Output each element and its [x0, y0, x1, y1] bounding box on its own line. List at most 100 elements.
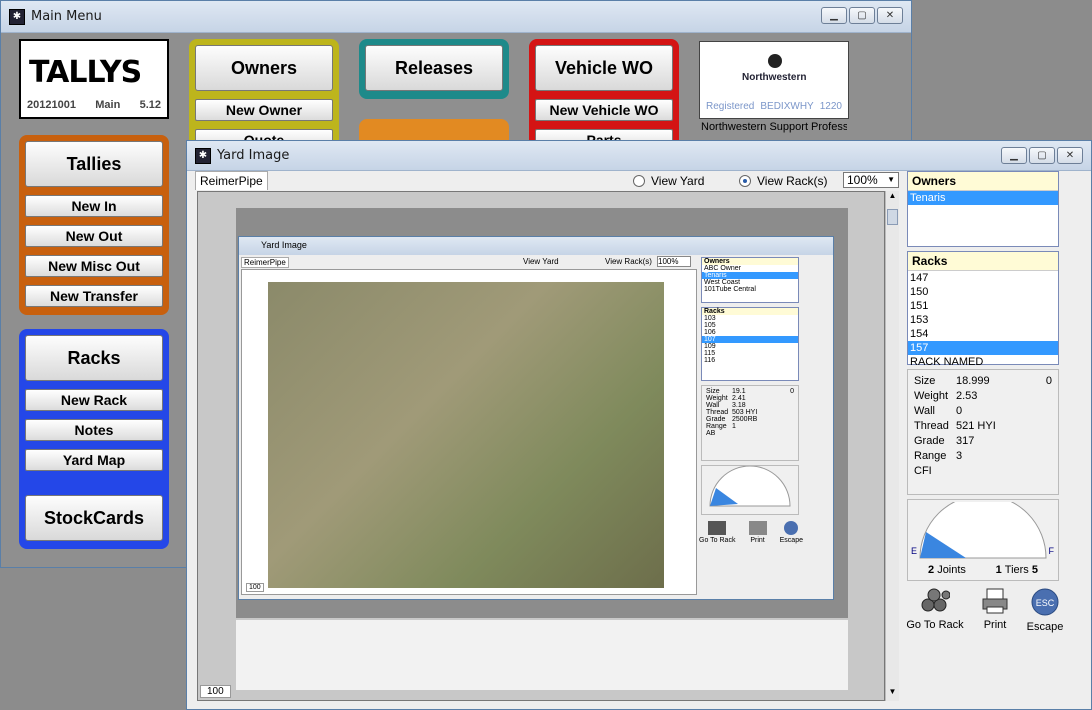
gauge-empty-label: E — [911, 546, 918, 556]
company-logo-text: Northwestern — [742, 72, 807, 83]
aerial-photo — [268, 282, 664, 588]
nested-racks-panel: Racks 103 105 106 107 109 115 116 — [701, 307, 799, 381]
new-out-button[interactable]: New Out — [25, 225, 163, 247]
yard-canvas[interactable]: Yard Image ReimerPipe View Yard View Rac… — [197, 191, 885, 701]
yard-image-titlebar: ✱ Yard Image ▁ ▢ ✕ — [187, 141, 1091, 171]
rack-list-item[interactable]: 157 — [908, 341, 1058, 355]
new-in-button[interactable]: New In — [25, 195, 163, 217]
notes-button[interactable]: Notes — [25, 419, 163, 441]
detail-value: 521 HYI — [956, 420, 996, 432]
vertical-scrollbar[interactable]: ▲ ▼ — [885, 191, 899, 701]
nested-owner-item: ABC Owner — [704, 265, 741, 272]
company-emblem-icon — [768, 54, 782, 68]
nested-rack-item: 109 — [704, 343, 716, 350]
nested-print-label: Print — [750, 537, 765, 544]
view-yard-radio[interactable]: View Yard — [633, 174, 704, 188]
releases-button[interactable]: Releases — [365, 45, 503, 91]
logo-brand: TALLYS — [29, 55, 142, 90]
rack-list-item[interactable]: 147 — [908, 271, 1058, 285]
maximize-icon[interactable]: ▢ — [849, 7, 875, 24]
new-transfer-button[interactable]: New Transfer — [25, 285, 163, 307]
new-owner-button[interactable]: New Owner — [195, 99, 333, 121]
racks-panel: Racks 147 150 151 153 154 157 RACK NAMED — [907, 251, 1059, 368]
close-icon[interactable]: ✕ — [877, 7, 903, 24]
new-rack-button[interactable]: New Rack — [25, 389, 163, 411]
view-racks-radio[interactable]: View Rack(s) — [739, 174, 827, 188]
nested-owners-panel: Owners ABC Owner Tenaris West Coast 101T… — [701, 257, 799, 303]
nested-tools: Go To Rack Print Escape — [699, 521, 803, 551]
scroll-up-icon[interactable]: ▲ — [886, 191, 899, 205]
detail-value: 317 — [956, 435, 975, 447]
main-menu-titlebar: ✱ Main Menu ▁ ▢ ✕ — [1, 1, 911, 33]
joints-value: 2 — [928, 564, 935, 576]
nested-print: Print — [748, 521, 767, 551]
rack-list-item[interactable]: RACK NAMED — [908, 355, 1058, 369]
maximize-icon[interactable]: ▢ — [1029, 147, 1055, 164]
scroll-thumb[interactable] — [887, 209, 898, 225]
yard-image-window: ✱ Yard Image ▁ ▢ ✕ ReimerPipe View Yard … — [186, 140, 1092, 710]
nested-detail-label: Wall — [706, 402, 720, 409]
stockcards-button[interactable]: StockCards — [25, 495, 163, 541]
rack-list-item[interactable]: 154 — [908, 327, 1058, 341]
owner-list-item[interactable]: Tenaris — [908, 191, 1058, 205]
gauge-stats: 2 Joints 1 Tiers 5 — [908, 564, 1058, 576]
go-to-rack-button[interactable]: Go To Rack — [903, 587, 967, 631]
printer-icon — [748, 521, 767, 535]
zoom-select[interactable]: 100% — [843, 172, 899, 188]
racks-group: Racks New Rack Notes Yard Map StockCards — [19, 329, 169, 549]
yard-map-button[interactable]: Yard Map — [25, 449, 163, 471]
close-icon[interactable]: ✕ — [1057, 147, 1083, 164]
tab-reimerpipe[interactable]: ReimerPipe — [195, 171, 268, 190]
owners-button[interactable]: Owners — [195, 45, 333, 91]
tallies-group: Tallies New In New Out New Misc Out New … — [19, 135, 169, 315]
escape-button[interactable]: ESC Escape — [1021, 587, 1069, 633]
detail-label: Grade — [914, 435, 945, 447]
nested-view-racks: View Rack(s) — [605, 257, 652, 266]
detail-label: Thread — [914, 420, 949, 432]
nested-detail-count: 0 — [790, 388, 794, 395]
logo-version-code: 20121001 — [27, 99, 76, 111]
joints-label: Joints — [937, 564, 966, 576]
new-vehicle-wo-button[interactable]: New Vehicle WO — [535, 99, 673, 121]
print-label: Print — [983, 619, 1007, 631]
nested-escape-label: Escape — [779, 537, 803, 544]
nested-rack-item: 116 — [704, 357, 716, 364]
minimize-icon[interactable]: ▁ — [1001, 147, 1027, 164]
nested-zoom: 100% — [657, 256, 691, 267]
detail-value: 0 — [956, 405, 963, 417]
nested-rack-item: 105 — [704, 322, 716, 329]
tallies-button[interactable]: Tallies — [25, 141, 163, 187]
owners-panel: Owners Tenaris — [907, 171, 1059, 247]
rack-list-item[interactable]: 151 — [908, 299, 1058, 313]
nested-detail-value: 1 — [732, 423, 736, 430]
scroll-down-icon[interactable]: ▼ — [886, 687, 899, 701]
detail-label: Wall — [914, 405, 935, 417]
print-button[interactable]: Print — [973, 587, 1017, 631]
vehicle-wo-button[interactable]: Vehicle WO — [535, 45, 673, 91]
rack-list-item[interactable]: 153 — [908, 313, 1058, 327]
new-misc-out-button[interactable]: New Misc Out — [25, 255, 163, 277]
rack-details-panel: Size 18.999 0 Weight 2.53 Wall 0 Thread 521 H… — [907, 369, 1059, 495]
registered-code: BEDIXWHY — [760, 101, 814, 112]
nested-title: Yard Image — [261, 240, 307, 250]
escape-label: Escape — [1026, 621, 1064, 633]
nested-yard-window: Yard Image ReimerPipe View Yard View Rac… — [238, 236, 834, 600]
go-to-rack-label: Go To Rack — [906, 619, 964, 631]
minimize-icon[interactable]: ▁ — [821, 7, 847, 24]
page-number: 100 — [200, 685, 231, 698]
detail-label: Size — [914, 375, 936, 387]
logo-version: 5.12 — [139, 99, 161, 111]
app-icon: ✱ — [195, 147, 211, 164]
tiers-num: 1 — [995, 564, 1002, 576]
window-title: Yard Image — [217, 148, 290, 163]
rack-list-item[interactable]: 150 — [908, 285, 1058, 299]
pipes-icon — [708, 521, 727, 535]
detail-value: 18.999 — [956, 375, 990, 387]
app-icon: ✱ — [9, 8, 25, 25]
printer-icon — [982, 588, 1008, 614]
nested-rack-item: 103 — [704, 315, 716, 322]
view-yard-label: View Yard — [651, 174, 705, 188]
nested-detail-value: 2500RB — [732, 416, 758, 423]
detail-label: Range — [914, 450, 947, 462]
racks-button[interactable]: Racks — [25, 335, 163, 381]
